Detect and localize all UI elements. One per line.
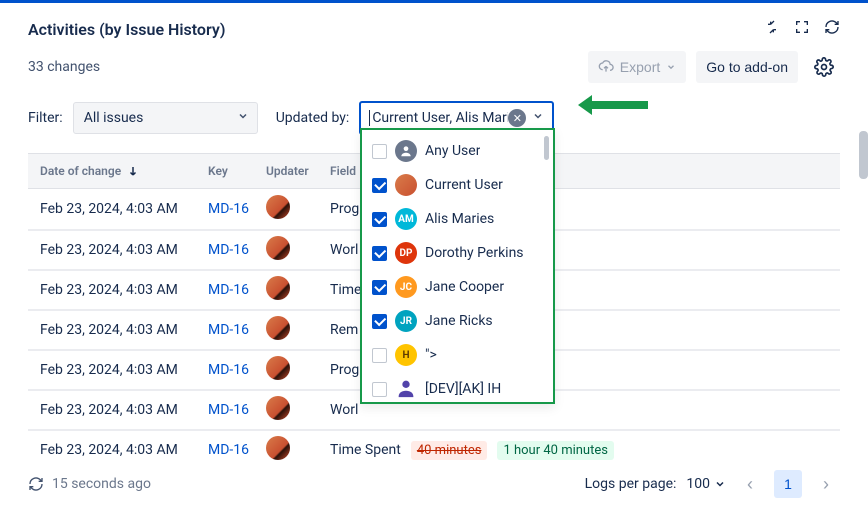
- page-number-current[interactable]: 1: [774, 470, 802, 498]
- avatar: [395, 174, 417, 196]
- cell-field: Time Spent40 minutes1 hour 40 minutes: [330, 441, 828, 460]
- cell-date: Feb 23, 2024, 4:03 AM: [40, 282, 208, 298]
- cell-date: Feb 23, 2024, 4:03 AM: [40, 322, 208, 338]
- cell-updater: [266, 195, 330, 223]
- user-option[interactable]: AM Alis Maries: [362, 202, 553, 236]
- updated-by-label: Updated by:: [276, 110, 350, 126]
- avatar: [266, 316, 290, 340]
- user-option[interactable]: JR Jane Ricks: [362, 304, 553, 338]
- cell-date: Feb 23, 2024, 4:03 AM: [40, 442, 208, 458]
- issue-key-link[interactable]: MD-16: [208, 282, 266, 298]
- col-key[interactable]: Key: [208, 164, 266, 178]
- filter-select[interactable]: All issues: [73, 102, 258, 134]
- avatar: [266, 356, 290, 380]
- issue-key-link[interactable]: MD-16: [208, 362, 266, 378]
- user-option[interactable]: Current User: [362, 168, 553, 202]
- prev-page-button[interactable]: ‹: [736, 470, 764, 498]
- chevron-down-icon[interactable]: [532, 110, 544, 126]
- user-option[interactable]: Any User: [362, 134, 553, 168]
- checkbox[interactable]: [372, 144, 387, 159]
- avatar: [266, 236, 290, 260]
- user-option-label: Any User: [425, 143, 480, 159]
- avatar: [266, 276, 290, 300]
- collapse-icon[interactable]: [764, 19, 780, 39]
- avatar: DP: [395, 242, 417, 264]
- avatar: JC: [395, 276, 417, 298]
- issue-key-link[interactable]: MD-16: [208, 402, 266, 418]
- avatar: [266, 436, 290, 460]
- issue-key-link[interactable]: MD-16: [208, 242, 266, 258]
- cell-updater: [266, 236, 330, 264]
- col-date[interactable]: Date of change: [40, 164, 208, 178]
- col-updater[interactable]: Updater: [266, 164, 330, 178]
- chevron-down-icon: [237, 110, 249, 126]
- refreshed-ago: 15 seconds ago: [52, 476, 151, 492]
- checkbox[interactable]: [372, 348, 387, 363]
- user-icon: [395, 378, 417, 400]
- cell-date: Feb 23, 2024, 4:03 AM: [40, 242, 208, 258]
- user-option-label: Dorothy Perkins: [425, 245, 524, 261]
- checkbox[interactable]: [372, 280, 387, 295]
- user-option-label: Jane Cooper: [425, 279, 504, 295]
- user-option[interactable]: JC Jane Cooper: [362, 270, 553, 304]
- issue-key-link[interactable]: MD-16: [208, 201, 266, 217]
- user-option[interactable]: H ">alert(`${d...</span>: [362, 338, 553, 372]
- checkbox[interactable]: [372, 314, 387, 329]
- table-row: Feb 23, 2024, 4:03 AM MD-16 Time Spent40…: [28, 429, 840, 469]
- checkbox[interactable]: [372, 246, 387, 261]
- cell-date: Feb 23, 2024, 4:03 AM: [40, 362, 208, 378]
- issue-key-link[interactable]: MD-16: [208, 322, 266, 338]
- user-option-label: Current User: [425, 177, 503, 193]
- user-option-label: ">alert(`${d...</span>: [425, 347, 437, 363]
- cell-date: Feb 23, 2024, 4:03 AM: [40, 402, 208, 418]
- clear-icon[interactable]: ✕: [508, 109, 526, 127]
- avatar: [266, 396, 290, 420]
- logs-per-page-select[interactable]: 100: [686, 476, 726, 492]
- new-value: 1 hour 40 minutes: [497, 441, 614, 460]
- avatar: JR: [395, 310, 417, 332]
- page-scrollbar[interactable]: [859, 131, 868, 179]
- updated-by-dropdown[interactable]: Any User Current User AM Alis Maries DP …: [360, 128, 555, 404]
- export-button[interactable]: Export: [588, 51, 686, 83]
- changes-count: 33 changes: [28, 59, 100, 75]
- fullscreen-icon[interactable]: [794, 19, 810, 39]
- user-option[interactable]: DP Dorothy Perkins: [362, 236, 553, 270]
- next-page-button[interactable]: ›: [812, 470, 840, 498]
- goto-addon-button[interactable]: Go to add-on: [696, 51, 798, 83]
- cell-updater: [266, 396, 330, 424]
- cell-updater: [266, 276, 330, 304]
- checkbox[interactable]: [372, 382, 387, 397]
- user-option-label: [DEV][AK] IH: [425, 381, 501, 397]
- settings-button[interactable]: [808, 51, 840, 83]
- checkbox[interactable]: [372, 178, 387, 193]
- cell-date: Feb 23, 2024, 4:03 AM: [40, 201, 208, 217]
- avatar: AM: [395, 208, 417, 230]
- filter-label: Filter:: [28, 110, 63, 126]
- refresh-icon[interactable]: [28, 476, 44, 492]
- cell-updater: [266, 436, 330, 464]
- page-title: Activities (by Issue History): [28, 20, 225, 39]
- user-option[interactable]: [DEV][AK] IH: [362, 372, 553, 406]
- user-option-label: Alis Maries: [425, 211, 494, 227]
- cell-updater: [266, 356, 330, 384]
- dropdown-scrollbar[interactable]: [544, 136, 549, 160]
- refresh-icon[interactable]: [824, 19, 840, 39]
- cell-updater: [266, 316, 330, 344]
- old-value: 40 minutes: [411, 441, 488, 460]
- any-user-icon: [395, 140, 417, 162]
- avatar: [266, 195, 290, 219]
- sort-down-icon: [127, 165, 139, 177]
- pointer-arrow: [578, 95, 648, 115]
- issue-key-link[interactable]: MD-16: [208, 442, 266, 458]
- user-option-label: Jane Ricks: [425, 313, 493, 329]
- avatar: H: [395, 344, 417, 366]
- checkbox[interactable]: [372, 212, 387, 227]
- logs-per-page-label: Logs per page:: [585, 476, 677, 492]
